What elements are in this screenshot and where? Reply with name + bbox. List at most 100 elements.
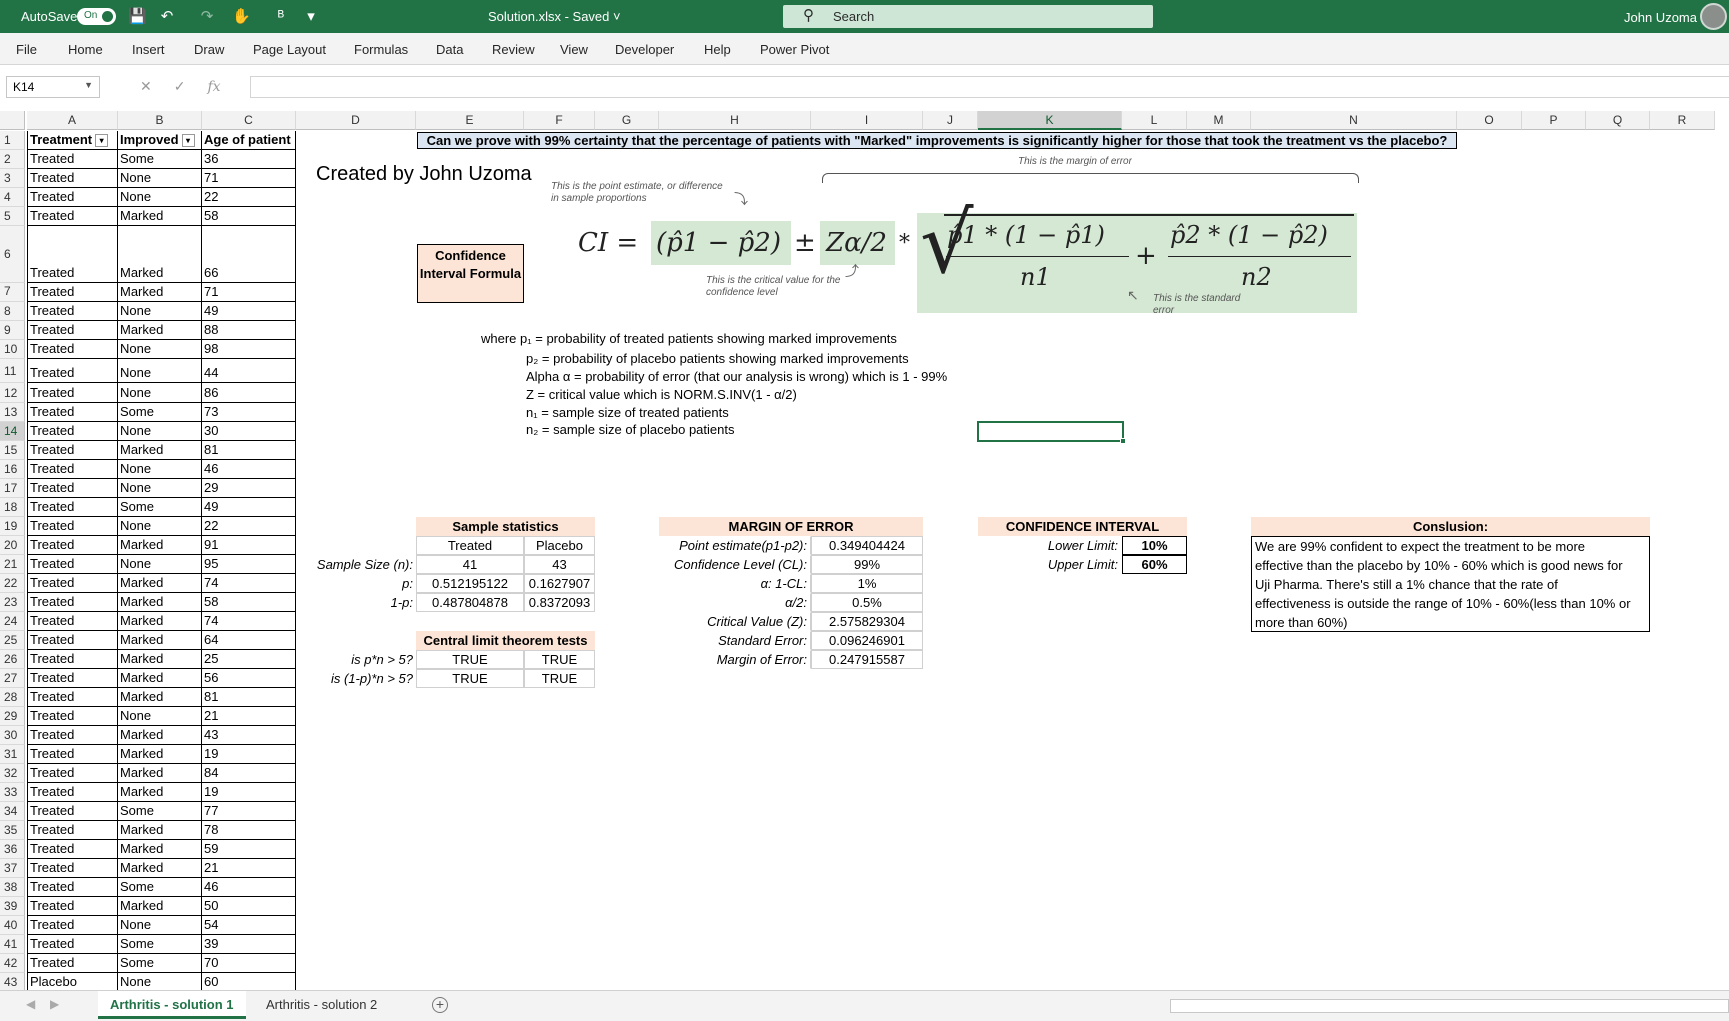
table-cell[interactable]: Treated — [27, 669, 118, 688]
row-header-14[interactable]: 14 — [0, 422, 25, 441]
table-cell[interactable]: Marked — [118, 226, 202, 283]
table-cell[interactable]: 19 — [202, 783, 296, 802]
table-cell[interactable]: Marked — [118, 574, 202, 593]
sample-stats-value[interactable]: 41 — [416, 555, 524, 574]
table-cell[interactable]: 98 — [202, 340, 296, 359]
table-cell[interactable]: 60 — [202, 973, 296, 990]
clt-value[interactable]: TRUE — [524, 650, 595, 669]
tab-help[interactable]: Help — [704, 42, 731, 57]
table-cell[interactable]: Marked — [118, 536, 202, 555]
table-cell[interactable]: None — [118, 460, 202, 479]
table-cell[interactable]: 22 — [202, 188, 296, 207]
table-cell[interactable]: 86 — [202, 383, 296, 403]
row-header-11[interactable]: 11 — [0, 359, 25, 383]
table-cell[interactable]: 25 — [202, 650, 296, 669]
table-cell[interactable]: 74 — [202, 574, 296, 593]
row-header-39[interactable]: 39 — [0, 897, 25, 916]
table-cell[interactable]: Treated — [27, 707, 118, 726]
row-header-18[interactable]: 18 — [0, 498, 25, 517]
avatar[interactable] — [1700, 3, 1727, 30]
column-header-i[interactable]: I — [811, 111, 923, 130]
formula-input[interactable] — [250, 76, 1729, 98]
tab-page-layout[interactable]: Page Layout — [253, 42, 326, 57]
table-cell[interactable]: Treated — [27, 764, 118, 783]
table-cell[interactable]: Treated — [27, 498, 118, 517]
table-cell[interactable]: 71 — [202, 169, 296, 188]
table-cell[interactable]: None — [118, 359, 202, 383]
row-header-38[interactable]: 38 — [0, 878, 25, 897]
sheet-prev-icon[interactable]: ◀ — [26, 997, 35, 1011]
table-cell[interactable]: Treated — [27, 479, 118, 498]
autosave-toggle[interactable]: On — [77, 8, 116, 25]
table-cell[interactable]: 84 — [202, 764, 296, 783]
table-cell[interactable]: Treated — [27, 631, 118, 650]
table-cell[interactable]: None — [118, 973, 202, 990]
row-header-36[interactable]: 36 — [0, 840, 25, 859]
column-header-e[interactable]: E — [416, 111, 524, 130]
table-cell[interactable]: None — [118, 916, 202, 935]
table-cell[interactable]: Marked — [118, 207, 202, 226]
table-cell[interactable]: 71 — [202, 283, 296, 302]
table-cell[interactable]: Marked — [118, 593, 202, 612]
table-cell[interactable]: 81 — [202, 441, 296, 460]
table-cell[interactable]: Treated — [27, 745, 118, 764]
row-header-9[interactable]: 9 — [0, 321, 25, 340]
table-cell[interactable]: Treated — [27, 859, 118, 878]
row-header-32[interactable]: 32 — [0, 764, 25, 783]
tab-developer[interactable]: Developer — [615, 42, 674, 57]
table-cell[interactable]: Treated — [27, 935, 118, 954]
table-cell[interactable]: Treated — [27, 283, 118, 302]
row-header-2[interactable]: 2 — [0, 150, 25, 169]
table-cell[interactable]: 39 — [202, 935, 296, 954]
table-cell[interactable]: Some — [118, 954, 202, 973]
tab-draw[interactable]: Draw — [194, 42, 224, 57]
table-cell[interactable]: Treated — [27, 783, 118, 802]
table-cell[interactable]: Treated — [27, 226, 118, 283]
table-cell[interactable]: Marked — [118, 612, 202, 631]
table-cell[interactable]: Treated — [27, 321, 118, 340]
column-header-m[interactable]: M — [1187, 111, 1251, 130]
worksheet-grid[interactable]: A B C D E F G H I J K L M N O P Q R 1 2 3 4 5 6 7 8 9 10 11 12 13 14 15 1… — [0, 111, 1729, 990]
table-cell[interactable]: Treated — [27, 460, 118, 479]
table-cell[interactable]: Marked — [118, 897, 202, 916]
table-cell[interactable]: Marked — [118, 745, 202, 764]
table-cell[interactable]: Marked — [118, 669, 202, 688]
spelling-icon[interactable]: ᴮ — [272, 8, 290, 26]
table-cell[interactable]: 88 — [202, 321, 296, 340]
table-cell[interactable]: Marked — [118, 688, 202, 707]
table-cell[interactable]: 73 — [202, 403, 296, 422]
table-cell[interactable]: 49 — [202, 498, 296, 517]
table-cell[interactable]: 81 — [202, 688, 296, 707]
tab-review[interactable]: Review — [492, 42, 535, 57]
row-header-26[interactable]: 26 — [0, 650, 25, 669]
table-cell[interactable]: 30 — [202, 422, 296, 441]
table-cell[interactable]: None — [118, 340, 202, 359]
row-header-19[interactable]: 19 — [0, 517, 25, 536]
margin-value[interactable]: 2.575829304 — [811, 612, 923, 631]
column-header-p[interactable]: P — [1522, 111, 1586, 130]
row-header-33[interactable]: 33 — [0, 783, 25, 802]
undo-icon[interactable]: ↶ — [158, 8, 176, 26]
table-cell[interactable]: Some — [118, 498, 202, 517]
row-header-30[interactable]: 30 — [0, 726, 25, 745]
table-cell[interactable]: 46 — [202, 878, 296, 897]
row-header-10[interactable]: 10 — [0, 340, 25, 359]
table-cell[interactable]: Marked — [118, 821, 202, 840]
table-cell[interactable]: 95 — [202, 555, 296, 574]
table-cell[interactable]: 78 — [202, 821, 296, 840]
table-cell[interactable]: Treated — [27, 150, 118, 169]
table-cell[interactable]: Marked — [118, 441, 202, 460]
table-cell[interactable]: Treated — [27, 688, 118, 707]
upper-limit-value[interactable]: 60% — [1122, 555, 1187, 574]
row-header-29[interactable]: 29 — [0, 707, 25, 726]
table-cell[interactable]: 59 — [202, 840, 296, 859]
column-header-g[interactable]: G — [595, 111, 659, 130]
column-header-d[interactable]: D — [296, 111, 416, 130]
tab-formulas[interactable]: Formulas — [354, 42, 408, 57]
table-cell[interactable]: 44 — [202, 359, 296, 383]
table-cell[interactable]: Treated — [27, 403, 118, 422]
row-header-28[interactable]: 28 — [0, 688, 25, 707]
table-cell[interactable]: None — [118, 479, 202, 498]
table-cell[interactable]: Some — [118, 878, 202, 897]
table-cell[interactable]: Treated — [27, 574, 118, 593]
